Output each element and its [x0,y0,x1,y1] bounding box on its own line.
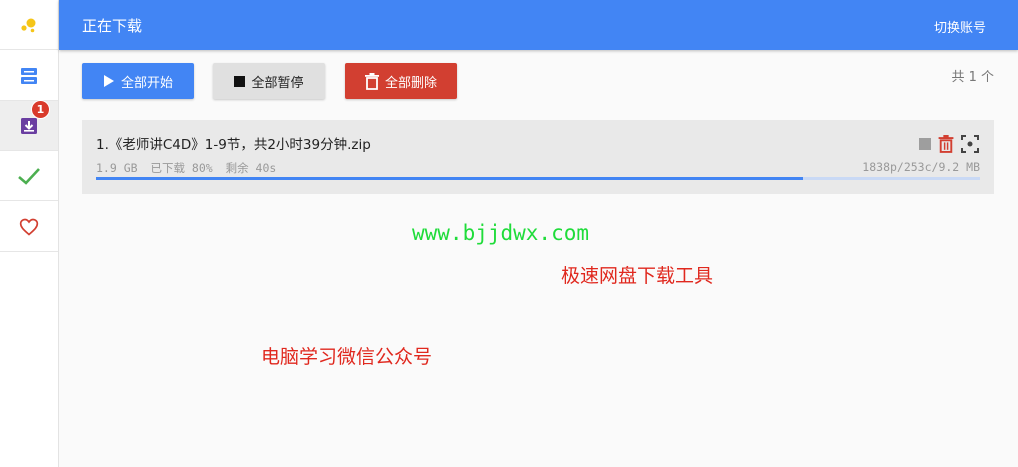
download-progress-track [96,177,980,180]
total-count: 共 1 个 [951,70,994,85]
download-remaining: 剩余 40s [225,161,277,175]
logo-dots-icon [21,18,36,32]
check-icon [18,167,40,185]
sidebar-item-completed[interactable] [0,151,58,201]
trash-icon [364,72,379,90]
sidebar-logo [0,0,58,50]
pause-all-label: 全部暂停 [251,75,304,91]
sidebar-item-files[interactable] [0,51,58,101]
watermark-site: www.bjjdwx.com [412,221,590,245]
download-stats: 1.9 GB 已下载 80% 剩余 40s [96,160,282,176]
pause-all-button[interactable]: 全部暂停 [213,63,325,99]
download-speed-info: 1838p/253c/9.2 MB [862,160,980,174]
stop-icon [919,138,931,150]
download-file-name: 1.《老师讲C4D》1-9节，共2小时39分钟.zip [96,137,371,153]
download-tray-icon [21,117,37,134]
start-all-label: 全部开始 [120,75,173,91]
download-percent: 已下载 80% [150,161,213,175]
download-size: 1.9 GB [96,161,138,175]
delete-all-button[interactable]: 全部删除 [345,63,457,99]
download-item[interactable]: 1.《老师讲C4D》1-9节，共2小时39分钟.zip 1.9 GB 已下载 8… [82,120,994,194]
page-title: 正在下载 [82,17,143,35]
item-stop-button[interactable] [918,137,932,151]
stop-icon [234,75,246,87]
download-progress-fill [96,177,804,180]
trash-icon [938,135,954,153]
download-actions [918,134,980,154]
delete-all-label: 全部删除 [384,75,437,91]
sidebar-item-favorites[interactable] [0,202,58,252]
sidebar: 1 [0,0,59,467]
item-focus-button[interactable] [960,134,980,154]
watermark-slogan: 极速网盘下载工具 [561,265,714,287]
app-window: 1 正在下载 切换账号 全部开始 全部暂停 全部删除 共 1 个 1.《老师讲C… [0,0,1018,467]
item-delete-button[interactable] [938,135,954,153]
watermark-wechat: 电脑学习微信公众号 [261,346,433,368]
play-icon [103,74,115,88]
server-stack-icon [21,67,37,84]
switch-account-link[interactable]: 切换账号 [934,17,986,36]
heart-icon [19,218,39,236]
download-count-badge: 1 [31,100,50,119]
start-all-button[interactable]: 全部开始 [82,63,194,99]
focus-frame-icon [961,135,979,153]
top-header: 正在下载 切换账号 [59,0,1018,50]
